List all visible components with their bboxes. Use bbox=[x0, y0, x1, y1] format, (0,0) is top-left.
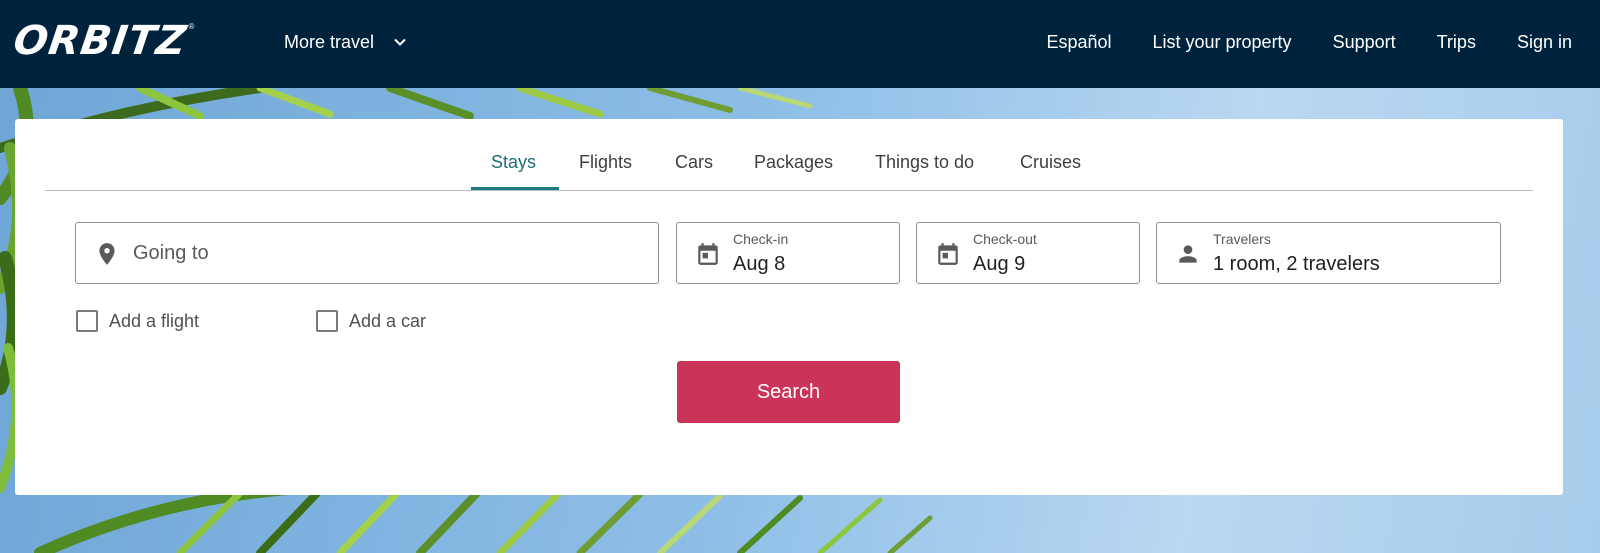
more-travel-label: More travel bbox=[284, 31, 375, 52]
travelers-value: 1 room, 2 travelers bbox=[1213, 253, 1380, 275]
add-flight-label: Add a flight bbox=[109, 310, 200, 331]
travelers-field[interactable]: Travelers 1 room, 2 travelers bbox=[1156, 222, 1501, 284]
header-nav: Español List your property Support Trips… bbox=[1046, 0, 1572, 84]
check-in-value: Aug 8 bbox=[733, 253, 786, 275]
add-car-checkbox[interactable] bbox=[316, 310, 338, 332]
check-in-label: Check-in bbox=[733, 231, 789, 247]
list-property-link[interactable]: List your property bbox=[1153, 32, 1292, 53]
tab-things-to-do[interactable]: Things to do bbox=[875, 152, 974, 173]
active-tab-indicator bbox=[471, 187, 559, 190]
check-in-field[interactable]: Check-in Aug 8 bbox=[676, 222, 900, 284]
trips-link[interactable]: Trips bbox=[1437, 32, 1476, 53]
tab-stays[interactable]: Stays bbox=[491, 152, 536, 173]
search-card: Stays Flights Cars Packages Things to do… bbox=[15, 119, 1563, 495]
logo-registered-mark: ® bbox=[188, 22, 195, 31]
chevron-down-icon bbox=[394, 38, 406, 46]
travelers-label: Travelers bbox=[1213, 231, 1271, 247]
search-button[interactable]: Search bbox=[677, 361, 900, 423]
add-car-option[interactable]: Add a car bbox=[316, 310, 426, 332]
top-nav-bar: ORBITZ ® More travel Español List your p… bbox=[0, 0, 1600, 88]
more-travel-menu[interactable]: More travel bbox=[284, 0, 408, 84]
product-tabs: Stays Flights Cars Packages Things to do… bbox=[45, 119, 1533, 191]
check-out-label: Check-out bbox=[973, 231, 1037, 247]
check-out-field[interactable]: Check-out Aug 9 bbox=[916, 222, 1140, 284]
person-icon bbox=[1179, 245, 1197, 263]
destination-placeholder: Going to bbox=[133, 242, 209, 264]
tab-flights[interactable]: Flights bbox=[579, 152, 632, 173]
calendar-icon bbox=[938, 243, 958, 265]
add-car-label: Add a car bbox=[349, 310, 427, 331]
add-flight-option[interactable]: Add a flight bbox=[76, 310, 199, 332]
tab-packages[interactable]: Packages bbox=[754, 152, 833, 173]
add-flight-checkbox[interactable] bbox=[76, 310, 98, 332]
logo-wordmark: ORBITZ bbox=[10, 18, 190, 64]
tab-cruises[interactable]: Cruises bbox=[1020, 152, 1081, 173]
check-out-value: Aug 9 bbox=[973, 253, 1026, 275]
support-link[interactable]: Support bbox=[1333, 32, 1396, 53]
orbitz-logo[interactable]: ORBITZ ® bbox=[10, 18, 195, 64]
sign-in-link[interactable]: Sign in bbox=[1517, 32, 1572, 53]
calendar-icon bbox=[698, 243, 718, 265]
tab-cars[interactable]: Cars bbox=[675, 152, 713, 173]
language-link[interactable]: Español bbox=[1046, 32, 1111, 53]
map-pin-icon bbox=[99, 243, 115, 265]
destination-field[interactable]: Going to bbox=[75, 222, 659, 284]
